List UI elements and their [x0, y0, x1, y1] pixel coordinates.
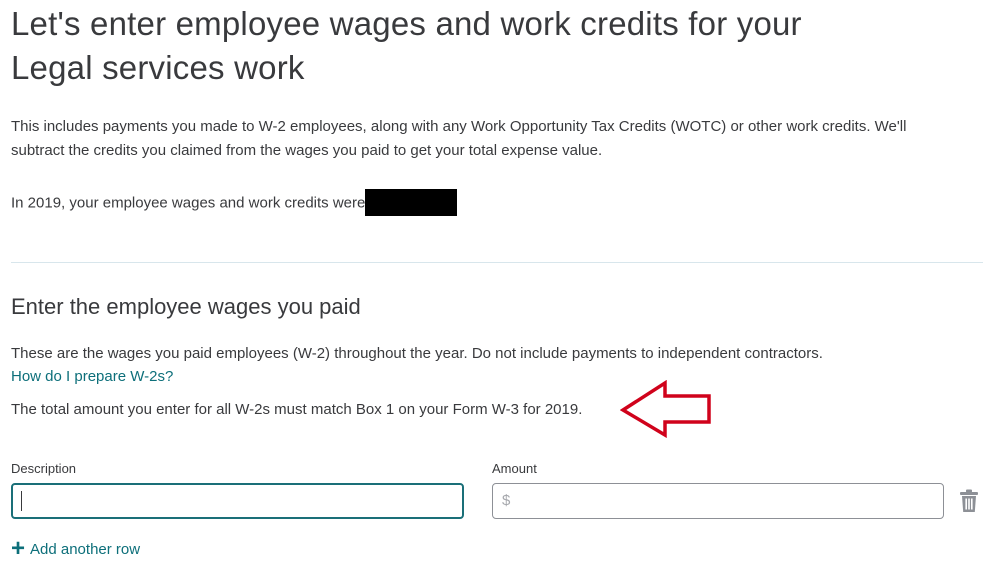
wages-description: These are the wages you paid employees (… — [11, 345, 823, 362]
w2-help-link[interactable]: How do I prepare W-2s? — [11, 366, 173, 388]
add-row-button[interactable]: + Add another row — [11, 535, 141, 562]
section-divider — [11, 262, 983, 263]
page-title-line-2: Legal services work — [11, 49, 305, 86]
section-title: Enter the employee wages you paid — [11, 294, 361, 319]
amount-label: Amount — [492, 461, 537, 476]
arrow-left-icon — [620, 380, 711, 438]
add-row-label: Add another row — [30, 540, 141, 558]
page-title: Let's enter employee wages and work cred… — [11, 2, 911, 90]
prior-year-summary: In 2019, your employee wages and work cr… — [11, 189, 911, 217]
prior-year-text: In 2019, your employee wages and work cr… — [11, 194, 366, 212]
description-label: Description — [11, 461, 77, 476]
w3-match-note: The total amount you enter for all W-2s … — [11, 401, 583, 418]
intro-text: This includes payments you made to W-2 e… — [11, 118, 907, 159]
redacted-value — [365, 189, 458, 216]
plus-icon: + — [11, 535, 26, 562]
currency-symbol: $ — [502, 492, 511, 509]
description-input[interactable] — [11, 483, 464, 519]
text-cursor — [21, 491, 22, 511]
amount-input[interactable] — [515, 484, 939, 520]
page: Let's enter employee wages and work cred… — [0, 0, 999, 576]
page-title-line-1: Let's enter employee wages and work cred… — [11, 5, 802, 42]
trash-icon[interactable] — [959, 489, 979, 513]
amount-field[interactable]: $ — [492, 483, 944, 520]
